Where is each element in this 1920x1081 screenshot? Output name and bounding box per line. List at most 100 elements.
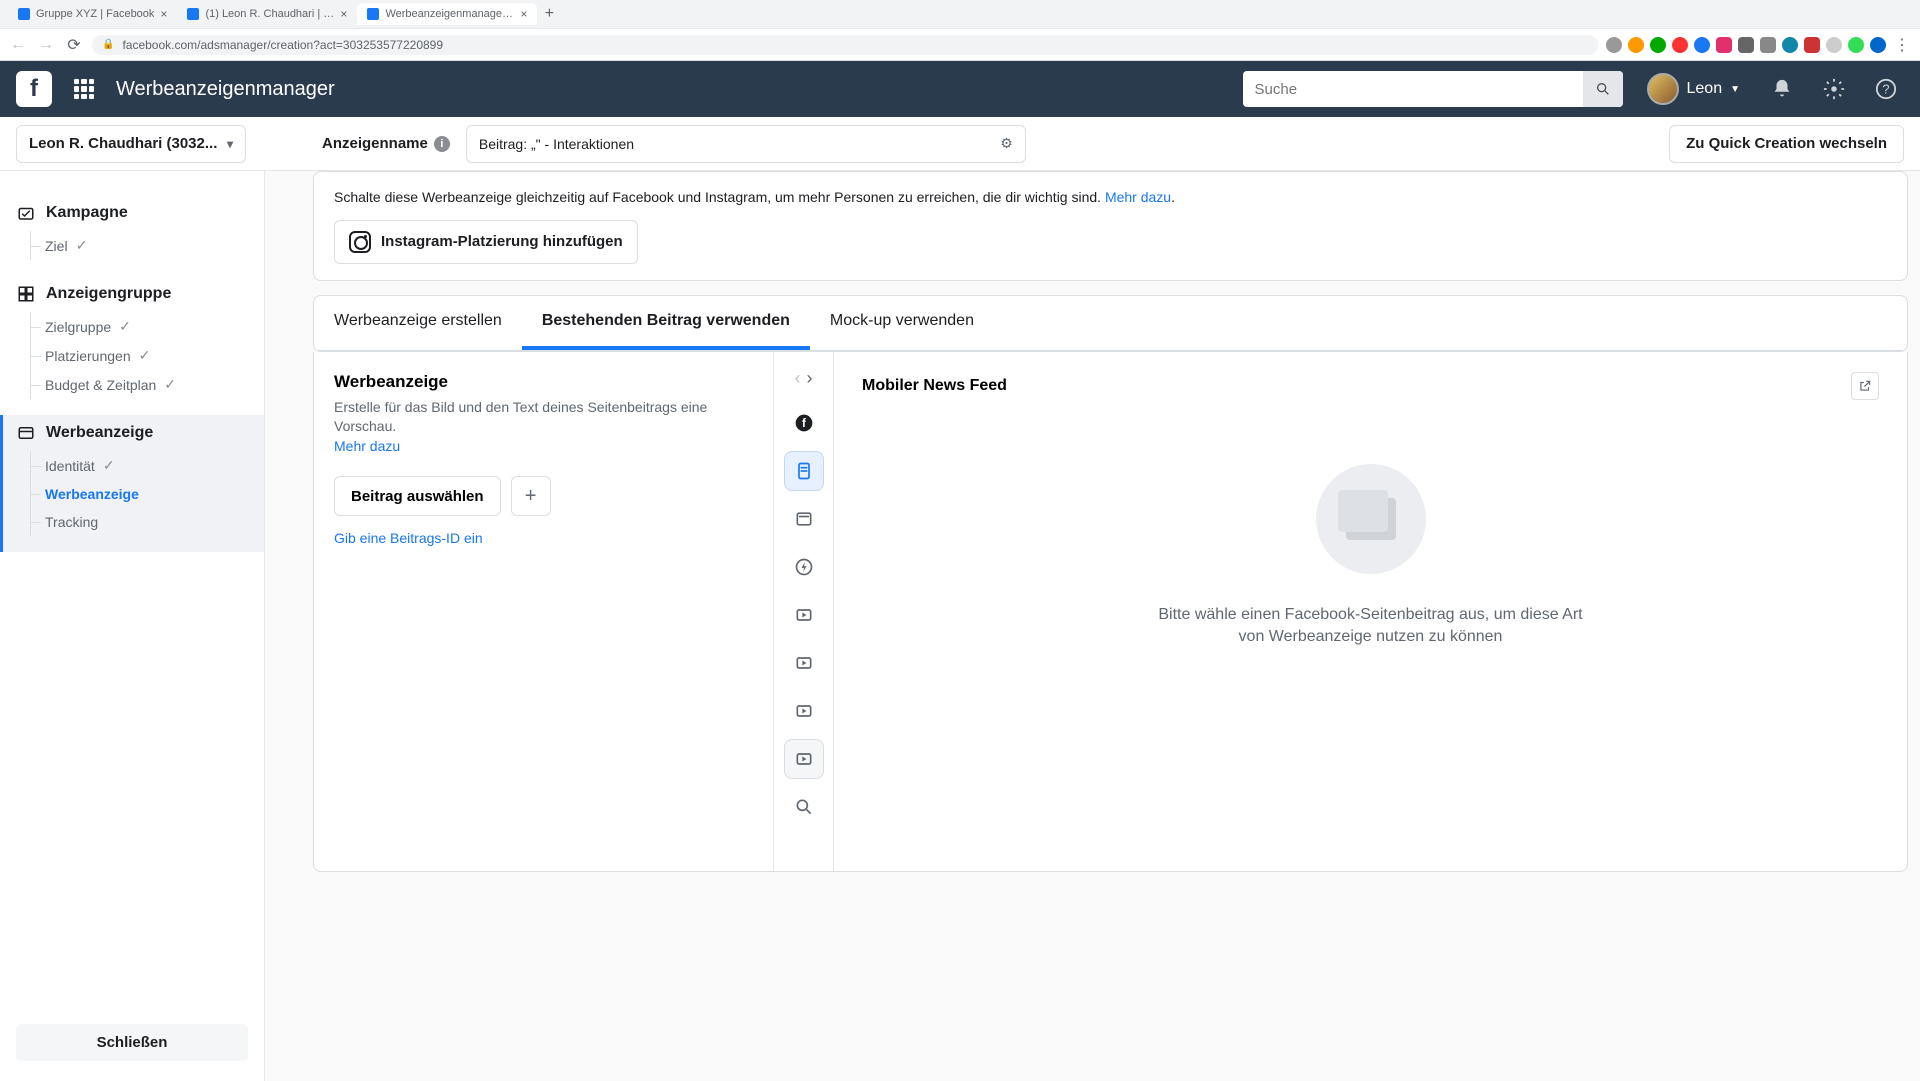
sidebar-section-ad: Werbeanzeige Identität✓ Werbeanzeige Tra… <box>0 415 264 552</box>
tab-create-ad[interactable]: Werbeanzeige erstellen <box>314 296 522 350</box>
gear-icon[interactable]: ⚙ <box>1000 135 1013 152</box>
close-button[interactable]: Schließen <box>16 1024 248 1061</box>
account-selector[interactable]: Leon R. Chaudhari (3032... ▾ <box>16 125 246 163</box>
open-external-button[interactable] <box>1851 372 1879 400</box>
browser-tab[interactable]: (1) Leon R. Chaudhari | Faceb × <box>177 3 357 25</box>
check-icon: ✓ <box>119 318 131 335</box>
rail-video-4[interactable] <box>784 739 824 779</box>
extension-icon[interactable] <box>1782 37 1798 53</box>
tree: Zielgruppe✓ Platzierungen✓ Budget & Zeit… <box>30 312 248 399</box>
help-button[interactable]: ? <box>1868 71 1904 107</box>
sidebar-item-identitaet[interactable]: Identität✓ <box>31 451 248 480</box>
extension-icon[interactable] <box>1694 37 1710 53</box>
rail-instant-article[interactable] <box>784 547 824 587</box>
tab-existing-post[interactable]: Bestehenden Beitrag verwenden <box>522 296 810 350</box>
section-header[interactable]: Kampagne <box>16 203 248 223</box>
chevron-right-icon[interactable]: › <box>807 368 813 389</box>
extension-icon[interactable] <box>1760 37 1776 53</box>
search-input[interactable] <box>1243 81 1583 98</box>
sidebar-item-werbeanzeige[interactable]: Werbeanzeige <box>31 480 248 508</box>
app-header: f Werbeanzeigenmanager Leon ▼ ? <box>0 61 1920 117</box>
section-title: Anzeigengruppe <box>46 285 171 303</box>
info-icon[interactable]: i <box>434 136 450 152</box>
ad-icon <box>16 423 36 443</box>
new-tab-button[interactable]: + <box>537 2 561 26</box>
user-menu[interactable]: Leon ▼ <box>1639 69 1749 109</box>
facebook-icon: f <box>794 413 814 433</box>
sidebar-item-platzierungen[interactable]: Platzierungen✓ <box>31 341 248 370</box>
rail-mobile-feed[interactable] <box>784 451 824 491</box>
learn-more-link[interactable]: Mehr dazu <box>334 438 400 454</box>
sidebar-item-ziel[interactable]: Ziel ✓ <box>31 231 248 260</box>
learn-more-link[interactable]: Mehr dazu <box>1105 189 1171 205</box>
add-instagram-button[interactable]: Instagram-Platzierung hinzufügen <box>334 220 638 264</box>
desktop-feed-icon <box>794 509 814 529</box>
sidebar-item-zielgruppe[interactable]: Zielgruppe✓ <box>31 312 248 341</box>
create-post-button[interactable]: + <box>511 476 551 516</box>
lightning-icon <box>794 557 814 577</box>
grid-icon <box>16 284 36 304</box>
search-button[interactable] <box>1583 71 1623 107</box>
placeholder-image-icon <box>1346 498 1396 540</box>
search-box <box>1243 71 1623 107</box>
back-button[interactable]: ← <box>8 35 28 55</box>
rail-video-2[interactable] <box>784 643 824 683</box>
creative-left-pane: Werbeanzeige Erstelle für das Bild und d… <box>314 352 774 871</box>
extension-icon[interactable] <box>1606 37 1622 53</box>
rail-search[interactable] <box>784 787 824 827</box>
extension-icon[interactable] <box>1716 37 1732 53</box>
chevron-left-icon[interactable]: ‹ <box>795 368 801 389</box>
rail-desktop-feed[interactable] <box>784 499 824 539</box>
forward-button[interactable]: → <box>36 35 56 55</box>
quick-creation-button[interactable]: Zu Quick Creation wechseln <box>1669 125 1904 163</box>
enter-post-id-link[interactable]: Gib eine Beitrags-ID ein <box>334 530 753 546</box>
tab-close-icon[interactable]: × <box>520 7 527 21</box>
video-icon <box>794 749 814 769</box>
extension-icon[interactable] <box>1738 37 1754 53</box>
apps-grid-icon[interactable] <box>68 73 100 105</box>
user-name: Leon <box>1687 80 1723 98</box>
rail-facebook[interactable]: f <box>784 403 824 443</box>
rail-video-1[interactable] <box>784 595 824 635</box>
extension-icon[interactable] <box>1804 37 1820 53</box>
extension-icon[interactable] <box>1672 37 1688 53</box>
notifications-button[interactable] <box>1764 71 1800 107</box>
settings-button[interactable] <box>1816 71 1852 107</box>
bell-icon <box>1771 78 1793 100</box>
extension-icon[interactable] <box>1848 37 1864 53</box>
extension-icon[interactable] <box>1628 37 1644 53</box>
tab-label: Gruppe XYZ | Facebook <box>36 8 154 20</box>
browser-tab[interactable]: Gruppe XYZ | Facebook × <box>8 3 177 25</box>
chevron-down-icon: ▾ <box>227 137 233 151</box>
section-header[interactable]: Anzeigengruppe <box>16 284 248 304</box>
sidebar-item-tracking[interactable]: Tracking <box>31 508 248 536</box>
extension-icon[interactable] <box>1650 37 1666 53</box>
extension-icon[interactable] <box>1870 37 1886 53</box>
facebook-logo-icon[interactable]: f <box>16 71 52 107</box>
ad-name-input[interactable]: Beitrag: „" - Interaktionen ⚙ <box>466 125 1026 163</box>
tab-mockup[interactable]: Mock-up verwenden <box>810 296 994 350</box>
creative-desc: Erstelle für das Bild und den Text deine… <box>334 398 753 457</box>
browser-menu-icon[interactable]: ⋮ <box>1892 35 1912 55</box>
tree: Ziel ✓ <box>30 231 248 260</box>
question-icon: ? <box>1875 78 1897 100</box>
select-post-button[interactable]: Beitrag auswählen <box>334 476 501 516</box>
app-title: Werbeanzeigenmanager <box>116 78 335 101</box>
folder-check-icon <box>16 203 36 223</box>
extension-icon[interactable] <box>1826 37 1842 53</box>
external-link-icon <box>1858 379 1872 393</box>
browser-tab[interactable]: Werbeanzeigenmanager - Cre × <box>357 3 537 25</box>
section-header[interactable]: Werbeanzeige <box>16 423 248 443</box>
sidebar-item-budget[interactable]: Budget & Zeitplan✓ <box>31 370 248 399</box>
tab-close-icon[interactable]: × <box>340 7 347 21</box>
favicon-icon <box>18 8 30 20</box>
url-bar[interactable]: 🔒 facebook.com/adsmanager/creation?act=3… <box>92 35 1598 55</box>
tab-label: (1) Leon R. Chaudhari | Faceb <box>205 8 334 20</box>
sub-header: Leon R. Chaudhari (3032... ▾ Anzeigennam… <box>0 117 1920 171</box>
gear-icon <box>1823 78 1845 100</box>
reload-button[interactable]: ⟳ <box>64 35 84 55</box>
tab-close-icon[interactable]: × <box>160 7 167 21</box>
rail-video-3[interactable] <box>784 691 824 731</box>
tree: Identität✓ Werbeanzeige Tracking <box>30 451 248 536</box>
plus-icon: + <box>525 485 537 508</box>
